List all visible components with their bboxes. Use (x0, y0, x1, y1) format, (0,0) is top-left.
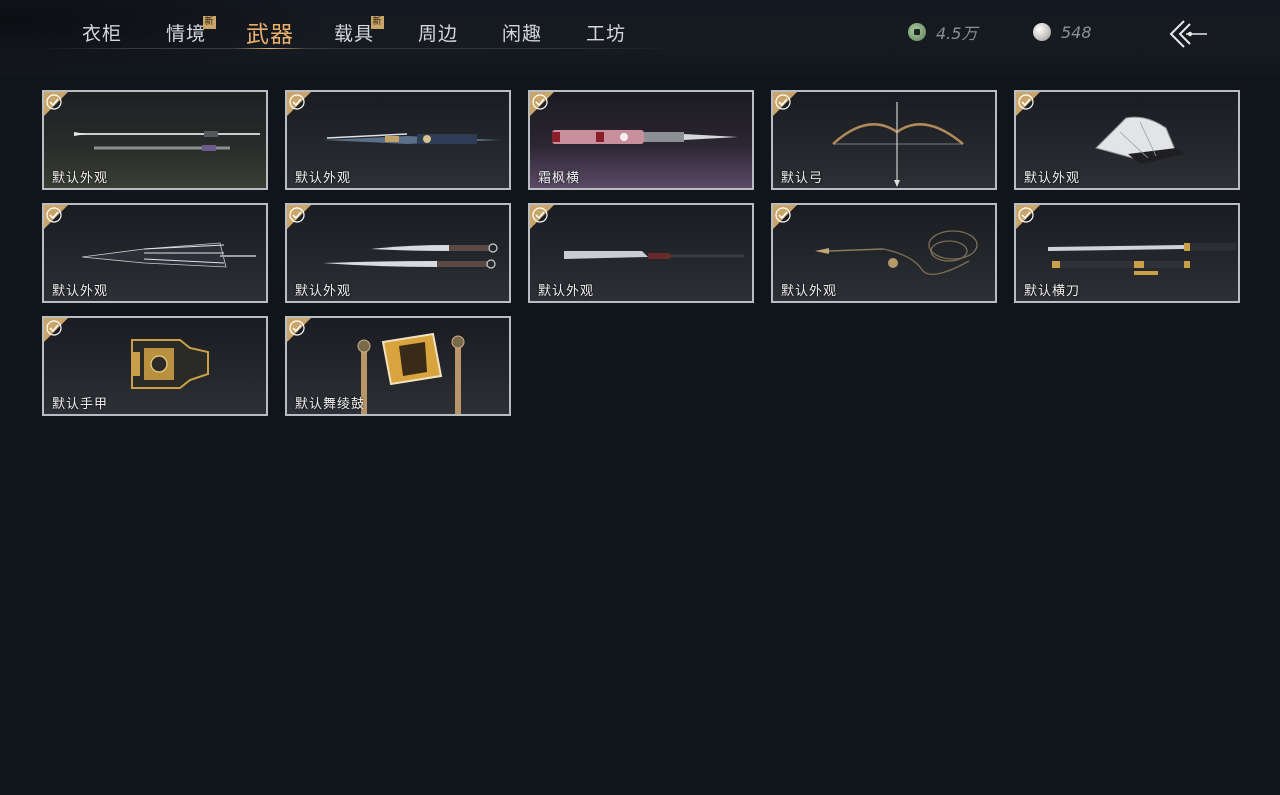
item-label: 默认弓 (781, 171, 824, 186)
pearl-amount: 548 (1061, 22, 1092, 42)
tab-weapons[interactable]: 武器 (228, 12, 312, 52)
jade-currency: 4.5万 (908, 20, 977, 44)
weapon-card[interactable]: 默认横刀 (1014, 203, 1240, 303)
tab-label: 闲趣 (501, 22, 542, 45)
new-badge: 新 (203, 16, 216, 29)
weapon-card[interactable]: 默认外观 (285, 90, 511, 190)
item-label: 霜枫横 (538, 171, 581, 186)
tab-label: 载具 (333, 22, 374, 45)
owned-check-icon (1016, 92, 1040, 116)
tab-surroundings[interactable]: 周边 (396, 12, 480, 52)
tab-scene[interactable]: 情境 新 (144, 12, 228, 52)
item-label: 默认外观 (295, 284, 352, 299)
owned-check-icon (44, 92, 68, 116)
owned-check-icon (44, 318, 68, 342)
owned-check-icon (44, 205, 68, 229)
weapon-card[interactable]: 默认外观 (771, 203, 997, 303)
tab-wardrobe[interactable]: 衣柜 (60, 12, 144, 52)
pearl-icon (1033, 23, 1051, 41)
weapon-card[interactable]: 默认外观 (1014, 90, 1240, 190)
weapon-card[interactable]: 默认外观 (285, 203, 511, 303)
weapon-card[interactable]: 默认弓 (771, 90, 997, 190)
item-label: 默认外观 (781, 284, 838, 299)
tab-label: 情境 (165, 22, 206, 45)
tab-workshop[interactable]: 工坊 (564, 12, 648, 52)
jade-amount: 4.5万 (936, 24, 978, 43)
weapon-card[interactable]: 默认舞绫鼓 (285, 316, 511, 416)
tab-label: 衣柜 (81, 22, 122, 45)
item-label: 默认舞绫鼓 (295, 397, 366, 412)
back-button[interactable] (1166, 18, 1210, 50)
item-label: 默认外观 (295, 171, 352, 186)
tab-label: 武器 (246, 22, 294, 48)
tab-label: 周边 (417, 22, 458, 45)
owned-check-icon (530, 205, 554, 229)
category-tabs: 衣柜 情境 新 武器 载具 新 周边 闲趣 工坊 (60, 12, 648, 52)
tab-vehicles[interactable]: 载具 新 (312, 12, 396, 52)
weapon-card[interactable]: 霜枫横 (528, 90, 754, 190)
owned-check-icon (773, 205, 797, 229)
pearl-currency: 548 (1033, 20, 1092, 44)
top-bar: 衣柜 情境 新 武器 载具 新 周边 闲趣 工坊 4.5万 548 (0, 0, 1280, 74)
weapon-card[interactable]: 默认外观 (528, 203, 754, 303)
weapon-card[interactable]: 默认外观 (42, 203, 268, 303)
owned-check-icon (287, 92, 311, 116)
tab-leisure[interactable]: 闲趣 (480, 12, 564, 52)
weapon-card[interactable]: 默认外观 (42, 90, 268, 190)
item-label: 默认横刀 (1024, 284, 1081, 299)
owned-check-icon (773, 92, 797, 116)
new-badge: 新 (371, 16, 384, 29)
item-label: 默认外观 (1024, 171, 1081, 186)
item-label: 默认外观 (538, 284, 595, 299)
owned-check-icon (287, 205, 311, 229)
owned-check-icon (1016, 205, 1040, 229)
owned-check-icon (530, 92, 554, 116)
jade-coin-icon (908, 23, 926, 41)
owned-check-icon (287, 318, 311, 342)
tabs-divider (36, 48, 676, 49)
weapon-card[interactable]: 默认手甲 (42, 316, 268, 416)
item-label: 默认外观 (52, 284, 109, 299)
item-label: 默认外观 (52, 171, 109, 186)
back-arrow-icon (1169, 20, 1207, 48)
item-label: 默认手甲 (52, 397, 109, 412)
tab-label: 工坊 (585, 22, 626, 45)
